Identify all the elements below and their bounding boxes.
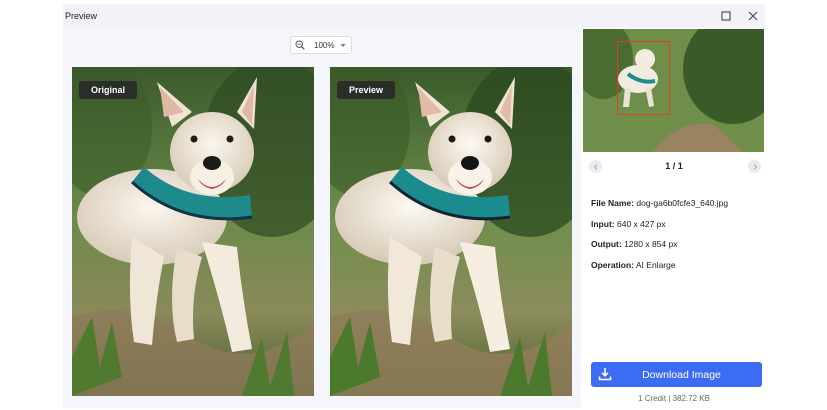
chevron-right-icon <box>753 163 757 170</box>
input-value: 640 x 427 px <box>616 219 666 229</box>
input-label: Input: <box>591 219 615 229</box>
output-size-row: Output: 1280 x 854 px <box>591 239 677 249</box>
thumbnail-image <box>583 29 764 152</box>
output-value: 1280 x 854 px <box>624 239 678 249</box>
maximize-icon <box>721 11 731 21</box>
credit-info: 1 Credit | 382.72 KB <box>638 394 710 403</box>
page-indicator: 1 / 1 <box>665 161 683 171</box>
file-name-row: File Name: dog-ga6b0fcfe3_640.jpg <box>591 198 728 208</box>
title-bar: Preview <box>63 4 765 28</box>
operation-value: AI Enlarge <box>635 260 676 270</box>
next-page-button[interactable] <box>748 160 761 173</box>
selection-box[interactable] <box>617 41 670 115</box>
preview-dog-image <box>330 67 572 396</box>
download-label: Download Image <box>642 369 721 381</box>
operation-label: Operation: <box>591 260 634 270</box>
pager: 1 / 1 <box>583 158 765 174</box>
original-image-pane: Original <box>72 67 314 396</box>
zoom-icon <box>295 40 305 50</box>
input-size-row: Input: 640 x 427 px <box>591 219 666 229</box>
zoom-level: 100% <box>314 40 335 50</box>
zoom-select[interactable]: 100% <box>290 36 352 54</box>
thumbnail[interactable] <box>583 29 764 152</box>
maximize-button[interactable] <box>718 8 734 24</box>
close-icon <box>748 11 758 21</box>
original-label: Original <box>79 81 138 99</box>
original-dog-image <box>72 67 314 396</box>
comparison-area: 100% Original Preview <box>63 28 581 408</box>
download-image-button[interactable]: Download Image <box>591 362 762 387</box>
output-label: Output: <box>591 239 622 249</box>
preview-window: Preview 100% Original Preview 1 / 1 File… <box>63 4 765 408</box>
file-name-label: File Name: <box>591 198 634 208</box>
operation-row: Operation: AI Enlarge <box>591 260 676 270</box>
details-panel: 1 / 1 File Name: dog-ga6b0fcfe3_640.jpg … <box>583 28 765 408</box>
preview-label: Preview <box>337 81 396 99</box>
preview-image-pane: Preview <box>330 67 572 396</box>
close-button[interactable] <box>745 8 761 24</box>
file-name-value: dog-ga6b0fcfe3_640.jpg <box>636 198 729 208</box>
window-title: Preview <box>65 11 98 21</box>
chevron-down-icon <box>340 44 346 47</box>
